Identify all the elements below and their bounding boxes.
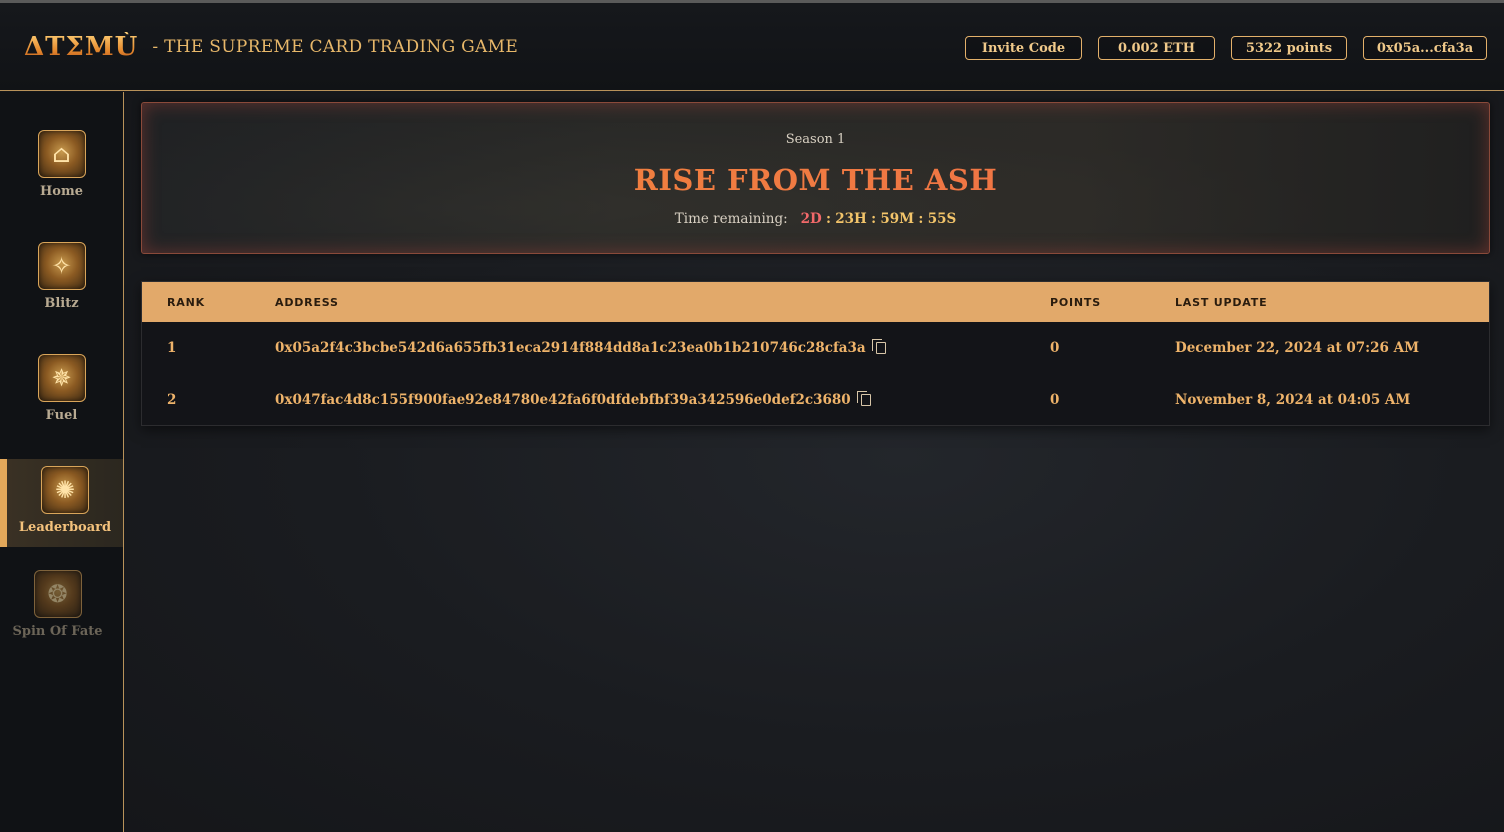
- sidebar: ⌂ Home ✧ Blitz ✵ Fuel ✺ Leaderboard ❂ Sp…: [0, 92, 124, 832]
- season-banner: Season 1 RISE FROM THE ASH Time remainin…: [141, 102, 1490, 254]
- spin-icon: ❂: [33, 570, 82, 618]
- last-update-cell: November 8, 2024 at 04:05 AM: [1175, 392, 1411, 408]
- sidebar-item-leaderboard[interactable]: ✺ Leaderboard: [0, 459, 123, 547]
- header-last-update: LAST UPDATE: [1175, 295, 1268, 309]
- rank-cell: 2: [167, 392, 177, 408]
- points-button[interactable]: 5322 points: [1231, 36, 1347, 60]
- timer-seconds: 55S: [927, 211, 957, 227]
- sidebar-item-label: Fuel: [45, 408, 78, 423]
- timer-minutes: 59M: [880, 211, 915, 227]
- points-cell: 0: [1050, 392, 1060, 408]
- tagline: - THE SUPREME CARD TRADING GAME: [152, 36, 519, 57]
- wallet-button[interactable]: 0x05a...cfa3a: [1363, 36, 1487, 60]
- blitz-icon: ✧: [37, 242, 86, 290]
- last-update-cell: December 22, 2024 at 07:26 AM: [1175, 340, 1420, 356]
- app-header: ΔΤΣΜÙ - THE SUPREME CARD TRADING GAME In…: [0, 3, 1504, 91]
- fuel-icon: ✵: [37, 354, 86, 402]
- header-address: ADDRESS: [275, 295, 339, 309]
- header-points: POINTS: [1050, 295, 1101, 309]
- sidebar-item-label: Home: [40, 184, 83, 199]
- copy-icon[interactable]: [871, 339, 886, 354]
- sidebar-item-label: Spin Of Fate: [12, 624, 103, 639]
- eth-balance-button[interactable]: 0.002 ETH: [1098, 36, 1215, 60]
- leaderboard-table: RANK ADDRESS POINTS LAST UPDATE 1 0x05a2…: [141, 281, 1490, 426]
- sidebar-item-blitz[interactable]: ✧ Blitz: [0, 242, 123, 330]
- season-title: RISE FROM THE ASH: [142, 163, 1489, 197]
- header-rank: RANK: [167, 295, 205, 309]
- timer-separator: :: [871, 211, 877, 227]
- copy-icon[interactable]: [856, 391, 871, 406]
- header-actions: Invite Code 0.002 ETH 5322 points 0x05a.…: [965, 36, 1487, 60]
- timer-days: 2D: [800, 211, 822, 227]
- invite-code-button[interactable]: Invite Code: [965, 36, 1082, 60]
- sidebar-item-spin-of-fate[interactable]: ❂ Spin Of Fate: [0, 570, 119, 658]
- table-row: 1 0x05a2f4c3bcbe542d6a655fb31eca2914f884…: [142, 322, 1489, 374]
- rank-cell: 1: [167, 340, 177, 356]
- season-label: Season 1: [785, 132, 846, 147]
- home-icon: ⌂: [37, 130, 86, 178]
- address-text: 0x05a2f4c3bcbe542d6a655fb31eca2914f884dd…: [275, 340, 866, 356]
- sidebar-item-label: Blitz: [44, 296, 79, 311]
- timer-hours: 23H: [835, 211, 867, 227]
- table-header: RANK ADDRESS POINTS LAST UPDATE: [142, 282, 1489, 322]
- table-row: 2 0x047fac4d8c155f900fae92e84780e42fa6f0…: [142, 374, 1489, 426]
- timer-separator: :: [918, 211, 924, 227]
- address-text: 0x047fac4d8c155f900fae92e84780e42fa6f0df…: [275, 392, 851, 408]
- leaderboard-icon: ✺: [41, 466, 89, 514]
- sidebar-item-label: Leaderboard: [18, 520, 112, 535]
- timer-separator: :: [825, 211, 831, 227]
- sidebar-item-fuel[interactable]: ✵ Fuel: [0, 354, 123, 442]
- address-cell: 0x047fac4d8c155f900fae92e84780e42fa6f0df…: [275, 391, 871, 408]
- time-remaining: Time remaining: 2D : 23H : 59M : 55S: [142, 211, 1489, 227]
- timer-label: Time remaining:: [674, 211, 788, 227]
- points-cell: 0: [1050, 340, 1060, 356]
- sidebar-item-home[interactable]: ⌂ Home: [0, 130, 123, 218]
- address-cell: 0x05a2f4c3bcbe542d6a655fb31eca2914f884dd…: [275, 339, 886, 356]
- atemu-logo[interactable]: ΔΤΣΜÙ: [24, 32, 138, 62]
